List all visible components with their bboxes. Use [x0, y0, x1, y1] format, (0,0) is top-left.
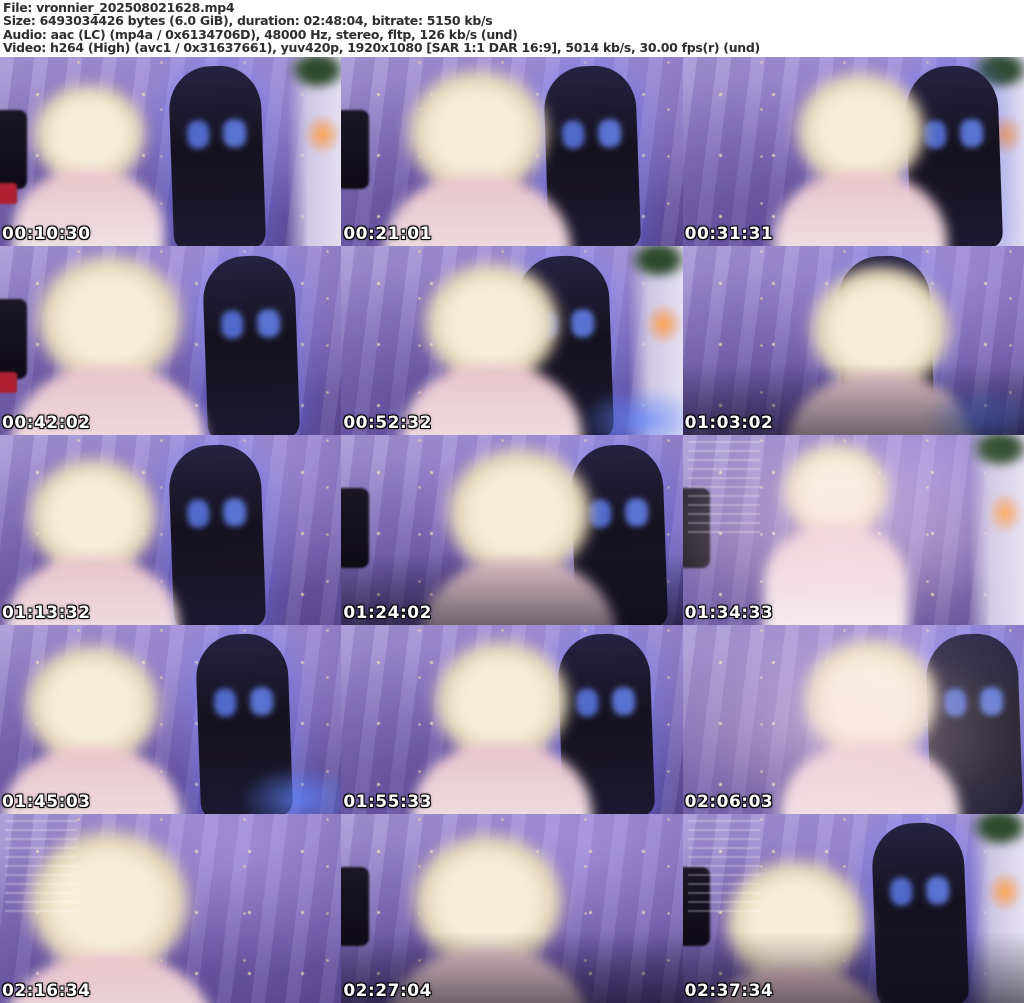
microphone-shape: [341, 109, 369, 190]
timestamp-overlay: 00:42:02: [2, 413, 91, 434]
timestamp-overlay: 00:21:01: [343, 224, 432, 245]
video-thumbnail: 01:45:03: [0, 624, 342, 814]
timestamp-overlay: 01:24:02: [343, 602, 432, 623]
chat-overlay-blur: [687, 819, 760, 912]
video-thumbnail: 00:21:01: [341, 57, 683, 247]
timestamp-overlay: 01:45:03: [2, 791, 91, 812]
timestamp-overlay: 01:03:02: [684, 413, 774, 434]
dark-bottom-overlay: [682, 246, 1024, 436]
timestamp-overlay: 02:06:03: [684, 791, 774, 812]
microphone-shape: [0, 299, 28, 394]
video-thumbnail: 01:13:32: [0, 435, 342, 625]
blue-glow-decoration: [238, 764, 342, 814]
dark-bottom-overlay: [341, 435, 683, 625]
gaming-chair-shape: [201, 254, 301, 436]
microphone-shape: [0, 109, 28, 205]
video-thumbnail: 01:03:02: [682, 246, 1024, 436]
video-info-line: Video: h264 (High) (avc1 / 0x31637661), …: [3, 40, 760, 56]
video-thumbnail: 02:27:04: [341, 813, 683, 1003]
video-thumbnail: 00:52:32: [341, 246, 683, 436]
shelf-decoration: [286, 57, 342, 247]
media-info-header: File: vronnier_202508021628.mp4 Size: 64…: [0, 0, 1024, 57]
gaming-chair-shape: [167, 64, 266, 247]
audio-info-line: Audio: aac (LC) (mp4a / 0x6134706D), 480…: [3, 26, 518, 42]
video-thumbnail: 00:42:02: [0, 246, 342, 436]
gaming-chair-shape: [167, 443, 266, 625]
timestamp-overlay: 00:31:31: [684, 224, 774, 245]
video-thumbnail: 02:06:03: [682, 624, 1024, 814]
video-thumbnail: 00:10:30: [0, 57, 342, 247]
file-info-line: File: vronnier_202508021628.mp4: [3, 0, 235, 15]
timestamp-overlay: 01:13:32: [2, 602, 91, 623]
video-thumbnail: 02:37:34: [682, 813, 1024, 1003]
timestamp-overlay: 01:55:33: [343, 791, 432, 812]
timestamp-overlay: 02:16:34: [2, 980, 91, 1001]
timestamp-overlay: 00:10:30: [2, 224, 91, 245]
size-info-line: Size: 6493034426 bytes (6.0 GiB), durati…: [3, 13, 493, 29]
timestamp-overlay: 02:27:04: [343, 980, 432, 1001]
video-thumbnail: 02:16:34: [0, 813, 342, 1003]
dark-bottom-overlay: [341, 813, 683, 1003]
blue-glow-decoration: [580, 386, 683, 436]
chat-overlay-blur: [687, 441, 760, 534]
timestamp-overlay: 02:37:34: [684, 980, 774, 1001]
video-thumbnail: 01:34:33: [682, 435, 1024, 625]
video-thumbnail: 01:24:02: [341, 435, 683, 625]
timestamp-overlay: 00:52:32: [343, 413, 432, 434]
video-thumbnail: 01:55:33: [341, 624, 683, 814]
chat-overlay-blur: [5, 819, 77, 912]
contact-sheet: File: vronnier_202508021628.mp4 Size: 64…: [0, 0, 1024, 1003]
timestamp-overlay: 01:34:33: [684, 602, 774, 623]
thumbnail-grid: 00:10:30 00:21:01 00:31:31 00:42:02 00:5…: [0, 57, 1024, 1003]
bright-overlay: [682, 624, 1024, 814]
video-thumbnail: 00:31:31: [682, 57, 1024, 247]
